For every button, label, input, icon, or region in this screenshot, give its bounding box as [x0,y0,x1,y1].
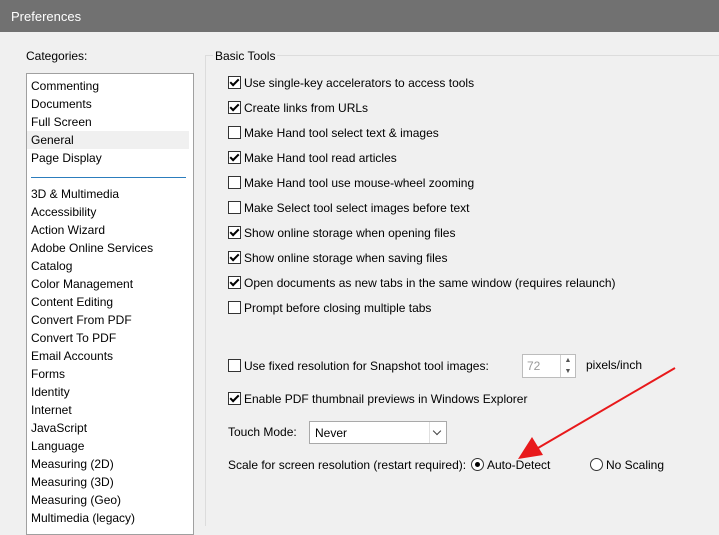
window-title: Preferences [11,9,82,24]
category-item-documents[interactable]: Documents [31,95,187,113]
resolution-stepper[interactable]: 72 ▲ ▼ [522,354,576,378]
category-item[interactable]: Measuring (3D) [31,473,187,491]
category-item-commenting[interactable]: Commenting [31,77,187,95]
checkbox-label: Use fixed resolution for Snapshot tool i… [244,359,489,373]
checkbox-label: Create links from URLs [244,101,369,115]
checkbox[interactable] [228,251,241,264]
checkbox-label: Show online storage when saving files [244,251,448,265]
radio-label: Auto-Detect [487,458,551,472]
checkbox-label: Use single-key accelerators to access to… [244,76,475,90]
checkbox[interactable] [228,226,241,239]
category-item[interactable]: Adobe Online Services [31,239,187,257]
category-item[interactable]: Measuring (2D) [31,455,187,473]
category-item-full-screen[interactable]: Full Screen [31,113,187,131]
category-item[interactable]: Content Editing [31,293,187,311]
category-item[interactable]: Language [31,437,187,455]
radio-button[interactable] [590,458,603,471]
checkbox[interactable] [228,392,241,405]
checkbox-label: Make Hand tool use mouse-wheel zooming [244,176,475,190]
resolution-value[interactable]: 72 [527,359,540,373]
checkbox[interactable] [228,126,241,139]
checkbox[interactable] [228,176,241,189]
scale-label: Scale for screen resolution (restart req… [228,458,467,472]
checkbox-label: Enable PDF thumbnail previews in Windows… [244,392,528,406]
category-item-general[interactable]: General [27,131,189,149]
chevron-down-icon[interactable] [429,422,446,443]
category-item[interactable]: Accessibility [31,203,187,221]
basic-tools-title: Basic Tools [213,49,278,63]
category-item[interactable]: 3D & Multimedia [31,185,187,203]
checkbox[interactable] [228,151,241,164]
category-item[interactable]: Convert To PDF [31,329,187,347]
category-item[interactable]: Convert From PDF [31,311,187,329]
checkbox-label: Show online storage when opening files [244,226,456,240]
category-item[interactable]: Email Accounts [31,347,187,365]
checkbox[interactable] [228,101,241,114]
checkbox[interactable] [228,76,241,89]
category-separator [31,177,186,178]
stepper-buttons: ▲ ▼ [560,355,575,377]
touch-mode-label: Touch Mode: [228,425,297,439]
category-item[interactable]: Identity [31,383,187,401]
category-item[interactable]: Forms [31,365,187,383]
category-item-page-display[interactable]: Page Display [31,149,187,167]
touch-mode-value: Never [315,426,348,440]
checkbox-label: Prompt before closing multiple tabs [244,301,432,315]
category-item[interactable]: Internet [31,401,187,419]
categories-list[interactable]: Commenting Documents Full Screen General… [26,73,194,535]
radio-label: No Scaling [606,458,665,472]
category-item[interactable]: Color Management [31,275,187,293]
checkbox-label: Open documents as new tabs in the same w… [244,276,616,290]
category-item[interactable]: JavaScript [31,419,187,437]
radio-button[interactable] [471,458,484,471]
checkbox[interactable] [228,359,241,372]
checkbox-label: Make Hand tool select text & images [244,126,439,140]
resolution-unit: pixels/inch [586,358,643,372]
category-item[interactable]: Multimedia (legacy) [31,509,187,527]
checkbox-label: Make Hand tool read articles [244,151,397,165]
checkbox[interactable] [228,201,241,214]
touch-mode-select[interactable]: Never [309,421,447,444]
category-item[interactable]: Measuring (Geo) [31,491,187,509]
categories-label: Categories: [26,49,88,63]
checkbox[interactable] [228,276,241,289]
checkbox[interactable] [228,301,241,314]
stepper-down-icon[interactable]: ▼ [561,366,575,377]
stepper-up-icon[interactable]: ▲ [561,355,575,366]
title-bar: Preferences [0,0,719,32]
checkbox-label: Make Select tool select images before te… [244,201,470,215]
category-item[interactable]: Catalog [31,257,187,275]
category-item[interactable]: Action Wizard [31,221,187,239]
